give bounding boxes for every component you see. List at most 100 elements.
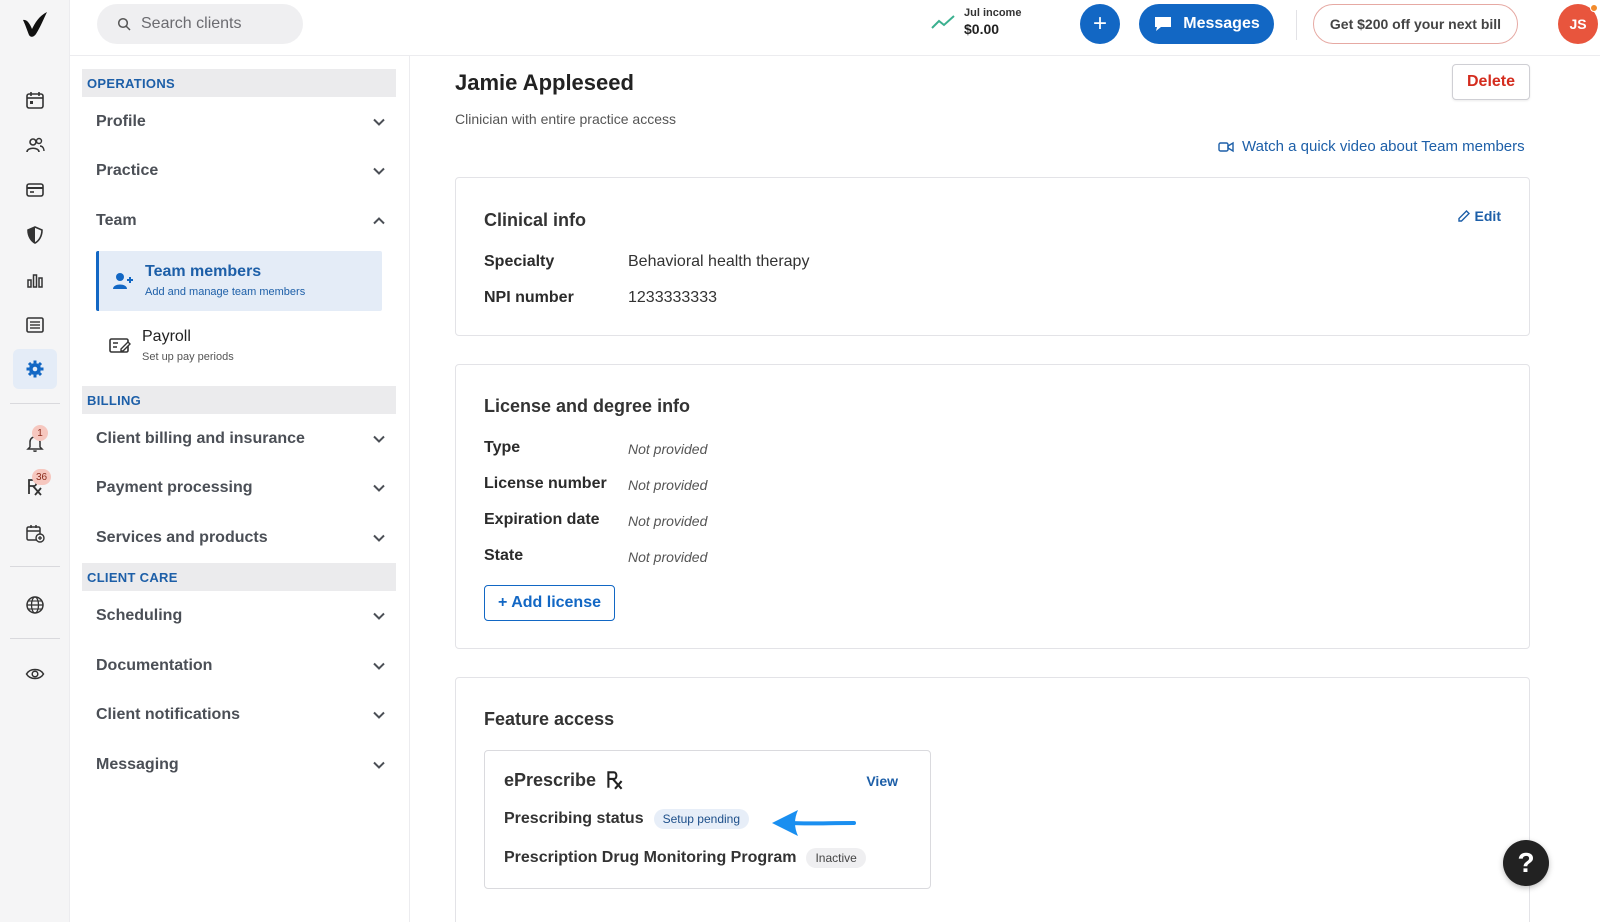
section-header-operations: OPERATIONS	[82, 69, 396, 97]
sidebar-item-label: Scheduling	[96, 607, 183, 624]
plus-icon: +	[1092, 10, 1107, 37]
license-info-title: License and degree info	[484, 396, 691, 416]
sidebar-item-payment-processing[interactable]: Payment processing	[96, 468, 386, 508]
analytics-icon[interactable]	[13, 260, 57, 300]
section-header-client-care: CLIENT CARE	[82, 563, 396, 591]
chevron-down-icon	[373, 484, 385, 492]
sidebar-item-client-notifications[interactable]: Client notifications	[96, 695, 386, 735]
specialty-value: Behavioral health therapy	[628, 253, 810, 270]
sidebar-item-label: Messaging	[96, 756, 179, 773]
sidebar-item-label: Payment processing	[96, 479, 253, 496]
billing-card-icon[interactable]	[13, 170, 57, 210]
add-license-button[interactable]: + Add license	[484, 585, 615, 621]
chevron-down-icon	[373, 711, 385, 719]
sidebar-item-label: Client notifications	[96, 706, 240, 723]
license-type-value: Not provided	[628, 441, 708, 457]
settings-sidebar: OPERATIONS Profile Practice Team Team me…	[70, 56, 410, 922]
payroll-check-icon	[109, 338, 131, 353]
sidebar-item-payroll[interactable]: Payroll Set up pay periods	[96, 316, 382, 376]
eprescribe-label: ePrescribe	[504, 769, 597, 790]
settings-gear-icon[interactable]	[13, 349, 57, 389]
arrow-left-icon	[772, 810, 856, 836]
sidebar-item-label: Services and products	[96, 529, 268, 546]
clients-icon[interactable]	[13, 125, 57, 165]
income-widget[interactable]: Jul income $0.00	[930, 7, 1021, 37]
license-type-label: Type	[484, 439, 521, 456]
pencil-icon	[1457, 210, 1470, 222]
status-badge: Setup pending	[653, 809, 750, 829]
delete-button[interactable]: Delete	[1452, 64, 1530, 100]
npi-label: NPI number	[484, 289, 574, 306]
view-eprescribe-link[interactable]: View	[866, 773, 898, 789]
list-icon[interactable]	[13, 305, 57, 345]
sidebar-item-client-billing[interactable]: Client billing and insurance	[96, 419, 386, 459]
prescriptions-badge: 36	[32, 469, 52, 485]
npi-value: 1233333333	[628, 289, 717, 306]
sidebar-item-label: Client billing and insurance	[96, 430, 305, 447]
globe-icon[interactable]	[13, 585, 57, 625]
prescription-icon	[607, 771, 623, 790]
specialty-label: Specialty	[484, 253, 555, 270]
chevron-up-icon	[373, 217, 385, 225]
income-value: $0.00	[964, 21, 1000, 37]
sidebar-item-label: Team	[96, 212, 137, 229]
avatar-status-dot	[1590, 4, 1598, 12]
watch-video-label: Watch a quick video about Team members	[1242, 138, 1525, 155]
prescribing-status-label: Prescribing status	[504, 810, 644, 827]
avatar-initials: JS	[1569, 16, 1587, 32]
sidebar-item-team[interactable]: Team	[96, 201, 386, 241]
promo-button[interactable]: Get $200 off your next bill	[1313, 4, 1518, 44]
chevron-down-icon	[373, 761, 385, 769]
search-input[interactable]	[141, 15, 291, 33]
state-label: State	[484, 547, 524, 564]
logo[interactable]	[20, 10, 50, 40]
trend-up-icon	[931, 15, 955, 29]
license-info-card: License and degree info Type Not provide…	[455, 364, 1530, 649]
calendar-add-icon[interactable]	[13, 513, 57, 553]
create-new-button[interactable]: +	[1080, 4, 1120, 44]
eye-icon[interactable]	[13, 654, 57, 694]
page-title: Jamie Appleseed	[455, 70, 634, 95]
sidebar-item-services-products[interactable]: Services and products	[96, 518, 386, 558]
main-content: Jamie Appleseed Clinician with entire pr…	[410, 56, 1600, 922]
calendar-icon[interactable]	[13, 80, 57, 120]
sidebar-item-team-members[interactable]: Team members Add and manage team members	[96, 251, 382, 311]
license-number-label: License number	[484, 475, 607, 492]
sidebar-item-label: Profile	[96, 113, 146, 130]
top-bar: Jul income $0.00 + Messages Get $200 off…	[70, 0, 1600, 56]
sidebar-item-messaging[interactable]: Messaging	[96, 745, 386, 785]
eprescribe-title: ePrescribe	[504, 769, 626, 791]
pdmp-row: Prescription Drug Monitoring Program Ina…	[504, 848, 866, 868]
status-badge: Inactive	[806, 848, 866, 868]
search-box[interactable]	[97, 4, 303, 44]
watch-video-link[interactable]: Watch a quick video about Team members	[1218, 138, 1525, 155]
chat-bubble-icon	[1155, 17, 1172, 31]
add-user-icon	[113, 273, 133, 289]
chevron-down-icon	[373, 118, 385, 126]
insurance-shield-icon[interactable]	[13, 215, 57, 255]
clinical-info-card: Clinical info Edit Specialty Behavioral …	[455, 177, 1530, 336]
team-members-label: Team members	[145, 263, 262, 280]
video-camera-icon	[1218, 141, 1234, 152]
expiration-date-value: Not provided	[628, 513, 708, 529]
sidebar-item-documentation[interactable]: Documentation	[96, 646, 386, 686]
prescribing-status-row: Prescribing status Setup pending	[504, 809, 750, 829]
payroll-description: Set up pay periods	[142, 351, 234, 363]
feature-access-card: Feature access ePrescribe View Prescribi…	[455, 677, 1530, 922]
sidebar-item-scheduling[interactable]: Scheduling	[96, 596, 386, 636]
chevron-down-icon	[373, 534, 385, 542]
sidebar-item-practice[interactable]: Practice	[96, 151, 386, 191]
chevron-down-icon	[373, 612, 385, 620]
avatar[interactable]: JS	[1558, 4, 1598, 44]
edit-label: Edit	[1474, 208, 1501, 224]
page-subtitle: Clinician with entire practice access	[455, 111, 676, 127]
chevron-down-icon	[373, 435, 385, 443]
feature-access-title: Feature access	[484, 709, 615, 729]
edit-clinical-button[interactable]: Edit	[1457, 208, 1501, 224]
messages-button[interactable]: Messages	[1139, 4, 1274, 44]
eprescribe-box: ePrescribe View Prescribing status Setup…	[484, 750, 931, 889]
notifications-badge: 1	[32, 425, 48, 441]
sidebar-item-profile[interactable]: Profile	[96, 102, 386, 142]
topbar-divider	[1296, 10, 1297, 40]
help-button[interactable]: ?	[1503, 840, 1549, 886]
